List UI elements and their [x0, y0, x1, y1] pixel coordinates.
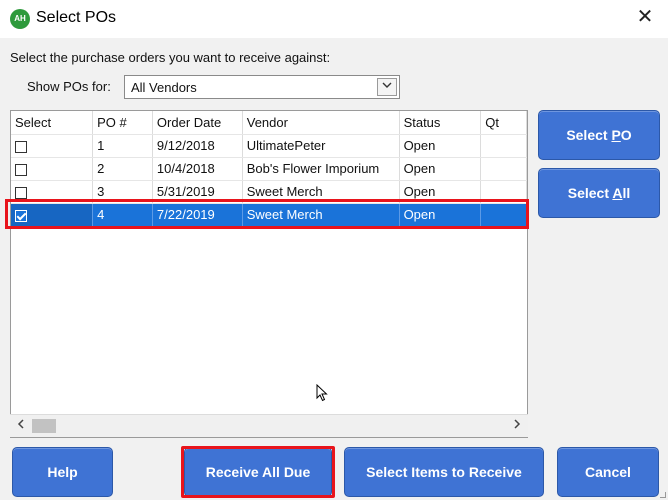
chevron-right-icon[interactable]	[510, 419, 524, 433]
qty-cell	[480, 180, 527, 204]
status-cell: Open	[399, 203, 482, 227]
close-icon[interactable]: ✕	[634, 6, 656, 28]
qty-cell	[480, 134, 527, 158]
column-header-select[interactable]: Select	[11, 111, 94, 135]
title-bar: AH Select POs ✕	[0, 0, 668, 38]
resize-grip[interactable]	[660, 492, 666, 498]
mouse-pointer-icon	[316, 384, 328, 402]
select-cell[interactable]	[11, 203, 94, 227]
status-cell: Open	[399, 134, 482, 158]
po-number-cell: 2	[92, 157, 153, 181]
vendor-filter-select[interactable]: All Vendors	[124, 75, 400, 99]
column-header-order-date[interactable]: Order Date	[152, 111, 243, 135]
receive-all-due-button[interactable]: Receive All Due	[184, 447, 332, 497]
po-number-cell: 1	[92, 134, 153, 158]
chevron-left-icon[interactable]	[14, 419, 28, 433]
vendor-cell: Bob's Flower Imporium	[242, 157, 400, 181]
column-header-po-number[interactable]: PO #	[92, 111, 153, 135]
vendor-filter-value: All Vendors	[131, 80, 197, 95]
chevron-down-icon[interactable]	[377, 78, 397, 96]
app-logo-icon: AH	[10, 9, 30, 29]
vendor-cell: Sweet Merch	[242, 180, 400, 204]
qty-cell	[480, 203, 527, 227]
column-header-vendor[interactable]: Vendor	[242, 111, 400, 135]
window-title: Select POs	[36, 9, 117, 26]
select-cell[interactable]	[11, 157, 94, 181]
select-all-button[interactable]: Select All	[538, 168, 660, 218]
table-header-row: Select PO # Order Date Vendor Status Qt	[11, 111, 527, 135]
scrollbar-thumb[interactable]	[32, 419, 56, 433]
vendor-cell: UltimatePeter	[242, 134, 400, 158]
table-row[interactable]: 2 10/4/2018 Bob's Flower Imporium Open	[11, 157, 527, 181]
table-row[interactable]: 1 9/12/2018 UltimatePeter Open	[11, 134, 527, 158]
select-items-to-receive-button[interactable]: Select Items to Receive	[344, 447, 544, 497]
row-checkbox[interactable]	[15, 186, 27, 199]
order-date-cell: 5/31/2019	[152, 180, 243, 204]
select-po-button[interactable]: Select PO	[538, 110, 660, 160]
row-checkbox[interactable]	[15, 140, 27, 153]
column-header-status[interactable]: Status	[399, 111, 482, 135]
po-table: Select PO # Order Date Vendor Status Qt …	[11, 111, 527, 227]
po-number-cell: 4	[92, 203, 153, 227]
cancel-button[interactable]: Cancel	[557, 447, 659, 497]
row-checkbox-checked[interactable]	[15, 209, 27, 222]
vendor-cell: Sweet Merch	[242, 203, 400, 227]
status-cell: Open	[399, 157, 482, 181]
status-cell: Open	[399, 180, 482, 204]
order-date-cell: 7/22/2019	[152, 203, 243, 227]
table-row-selected[interactable]: 4 7/22/2019 Sweet Merch Open	[11, 203, 527, 227]
horizontal-scrollbar[interactable]	[10, 414, 528, 437]
column-header-qty[interactable]: Qt	[480, 111, 527, 135]
row-checkbox[interactable]	[15, 163, 27, 176]
po-grid[interactable]: Select PO # Order Date Vendor Status Qt …	[10, 110, 528, 438]
show-pos-label: Show POs for:	[27, 79, 111, 94]
order-date-cell: 10/4/2018	[152, 157, 243, 181]
order-date-cell: 9/12/2018	[152, 134, 243, 158]
qty-cell	[480, 157, 527, 181]
po-number-cell: 3	[92, 180, 153, 204]
table-row[interactable]: 3 5/31/2019 Sweet Merch Open	[11, 180, 527, 204]
help-button[interactable]: Help	[12, 447, 113, 497]
instruction-text: Select the purchase orders you want to r…	[10, 50, 331, 65]
select-cell[interactable]	[11, 134, 94, 158]
select-cell[interactable]	[11, 180, 94, 204]
